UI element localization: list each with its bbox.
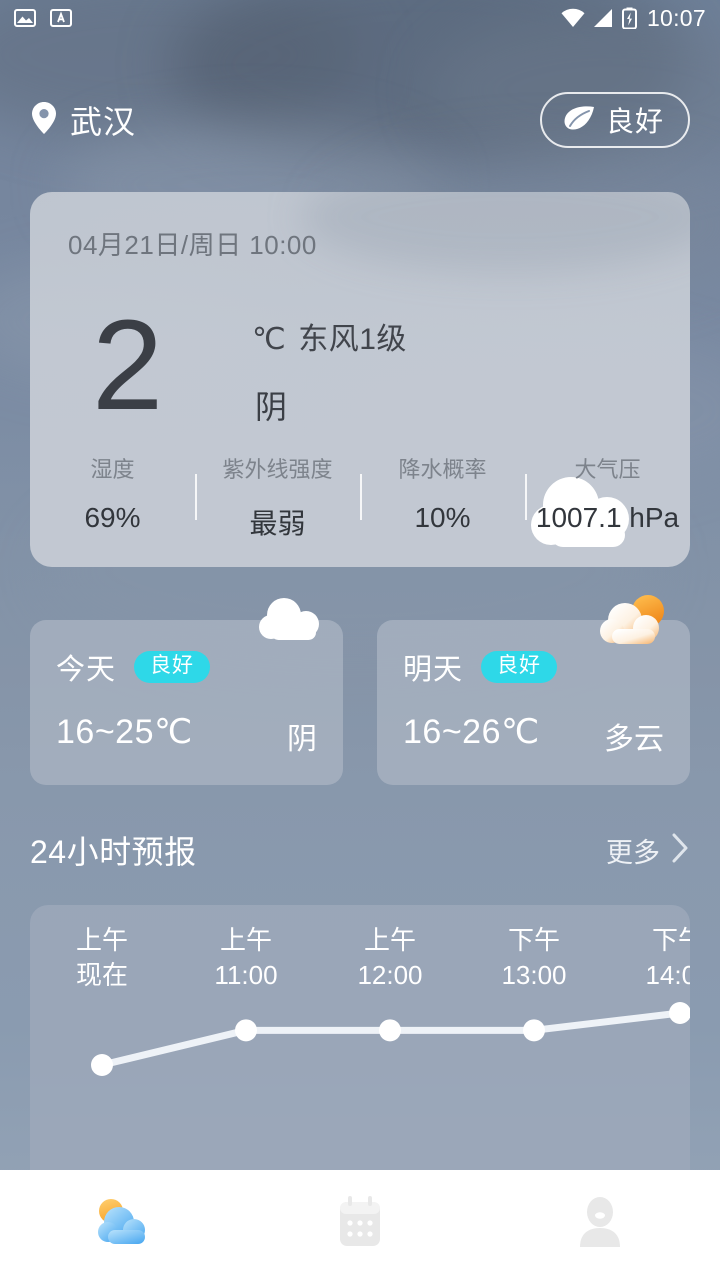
card-haze [300, 192, 690, 272]
person-icon [573, 1194, 627, 1257]
stat-precipitation: 降水概率 10% [360, 452, 525, 542]
chevron-right-icon [670, 832, 690, 869]
header: 武汉 良好 [0, 88, 720, 152]
tomorrow-forecast-card[interactable]: 明天 良好 16~26℃ 多云 [377, 595, 690, 785]
current-condition: 阴 [255, 389, 288, 425]
stat-label: 湿度 [90, 457, 135, 482]
stat-value: 69% [84, 502, 141, 533]
calendar-icon [334, 1194, 386, 1257]
city-selector[interactable]: 武汉 [30, 97, 136, 143]
more-label: 更多 [606, 837, 660, 868]
hourly-temperature-chart [91, 1002, 690, 1076]
hourly-forecast-card[interactable]: 上午 现在 上午 11:00 上午 12:00 下午 13:00 下午 14:0… [30, 905, 690, 1170]
tomorrow-temperature-range: 16~26℃ [403, 713, 540, 751]
air-quality-button[interactable]: 良好 [539, 92, 690, 148]
chart-point [235, 1019, 257, 1042]
today-forecast-card[interactable]: 今天 良好 16~25℃ 阴 [30, 598, 343, 785]
wifi-icon [560, 8, 586, 28]
current-temperature: 2 [92, 294, 164, 437]
chart-point [379, 1019, 401, 1042]
chart-point [523, 1019, 545, 1042]
partly-cloudy-icon [598, 592, 674, 655]
stat-uv-index: 紫外线强度 最弱 [195, 452, 360, 542]
unit-and-wind: ℃ 东风1级 [252, 314, 407, 358]
nav-item-calendar[interactable] [240, 1170, 480, 1280]
stat-label: 大气压 [574, 457, 641, 482]
stat-label: 降水概率 [398, 457, 487, 482]
font-size-icon [50, 7, 72, 29]
chart-point [91, 1054, 113, 1076]
page-title: 24小时预报 [30, 834, 197, 870]
day-label: 明天 [403, 654, 464, 686]
chart-points [91, 1002, 690, 1076]
status-badge: 良好 [481, 650, 558, 684]
status-bar-right: 10:07 [560, 5, 706, 32]
day-label: 今天 [56, 654, 117, 686]
nav-item-weather[interactable] [0, 1170, 240, 1280]
location-pin-icon [30, 101, 58, 140]
status-bar-clock: 10:07 [646, 4, 706, 31]
weather-sun-cloud-icon [89, 1194, 151, 1257]
nav-item-profile[interactable] [480, 1170, 720, 1280]
battery-charging-icon [621, 7, 637, 29]
chart-point [669, 1002, 690, 1024]
status-bar: 10:07 [0, 0, 720, 36]
air-quality-label: 良好 [605, 106, 664, 137]
stat-value: 最弱 [249, 508, 306, 539]
tomorrow-header: 明天 良好 [403, 646, 558, 688]
stat-label: 紫外线强度 [222, 457, 333, 482]
leaf-icon [562, 104, 596, 137]
today-header: 今天 良好 [56, 646, 211, 688]
current-weather-card[interactable]: 04月21日/周日 10:00 2 ℃ 东风1级 阴 湿度 69% 紫外线强度 … [30, 192, 690, 567]
tomorrow-condition: 多云 [604, 723, 664, 756]
forecast-section-header: 24小时预报 更多 [30, 822, 690, 878]
bottom-navigation [0, 1170, 720, 1280]
status-bar-left [14, 7, 72, 29]
stat-value: 1007.1 hPa [535, 502, 680, 533]
current-stats-row: 湿度 69% 紫外线强度 最弱 降水概率 10% 大气压 1007.1 hPa [30, 452, 690, 542]
current-date-time: 04月21日/周日 10:00 [68, 230, 317, 260]
status-badge: 良好 [134, 650, 211, 684]
cloudy-icon [255, 592, 327, 653]
cellular-signal-icon [593, 8, 615, 28]
stat-humidity: 湿度 69% [30, 452, 195, 542]
city-name: 武汉 [70, 104, 137, 140]
more-button[interactable]: 更多 [606, 831, 690, 870]
stat-value: 10% [414, 502, 471, 533]
wind-info: 东风1级 [298, 323, 407, 356]
stat-pressure: 大气压 1007.1 hPa [525, 452, 690, 542]
temperature-unit: ℃ [252, 323, 287, 356]
today-condition: 阴 [287, 723, 317, 756]
image-icon [14, 7, 36, 29]
today-temperature-range: 16~25℃ [56, 713, 193, 751]
